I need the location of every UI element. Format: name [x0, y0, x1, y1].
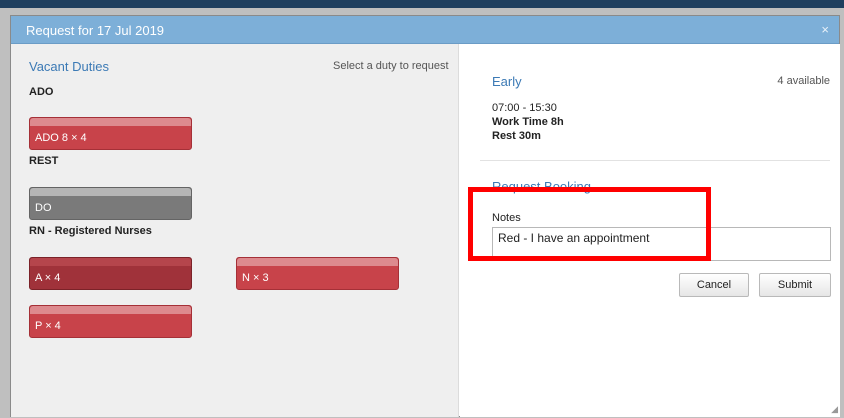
duty-label: DO: [35, 202, 52, 214]
vacant-duties-title: Vacant Duties: [29, 59, 109, 74]
close-icon[interactable]: ×: [821, 22, 829, 37]
notes-field[interactable]: Red - I have an appointment: [492, 227, 831, 261]
duty-label: N × 3: [242, 272, 269, 284]
available-count: 4 available: [777, 75, 830, 87]
resize-grip-icon[interactable]: ◢: [831, 404, 838, 415]
modal-header: Request for 17 Jul 2019 ×: [11, 16, 839, 44]
duty-label: ADO 8 × 4: [35, 132, 87, 144]
group-label-ado: ADO: [29, 86, 54, 98]
request-booking-title: Request Booking: [492, 179, 592, 194]
duty-do[interactable]: DO: [29, 187, 192, 220]
duty-a[interactable]: A × 4: [29, 257, 192, 290]
duty-stripe: [30, 258, 191, 266]
duty-stripe: [237, 258, 398, 266]
duty-p[interactable]: P × 4: [29, 305, 192, 338]
rest-time: Rest 30m: [492, 130, 541, 142]
submit-button[interactable]: Submit: [759, 273, 831, 297]
cancel-button[interactable]: Cancel: [679, 273, 749, 297]
select-duty-hint: Select a duty to request: [333, 60, 449, 72]
duty-label: P × 4: [35, 320, 61, 332]
group-label-rest: REST: [29, 155, 59, 167]
request-modal: Request for 17 Jul 2019 × Vacant Duties …: [10, 15, 840, 417]
notes-label: Notes: [492, 212, 521, 224]
vacant-duties-pane: Vacant Duties Select a duty to request A…: [11, 44, 459, 417]
backdrop: [0, 0, 844, 8]
shift-name: Early: [492, 74, 522, 89]
shift-time: 07:00 - 15:30: [492, 102, 557, 114]
divider: [480, 160, 830, 161]
modal-title: Request for 17 Jul 2019: [26, 23, 165, 38]
duty-label: A × 4: [35, 272, 61, 284]
duty-n[interactable]: N × 3: [236, 257, 399, 290]
duty-stripe: [30, 118, 191, 126]
duty-ado[interactable]: ADO 8 × 4: [29, 117, 192, 150]
duty-stripe: [30, 188, 191, 196]
group-label-rn: RN - Registered Nurses: [29, 225, 152, 237]
work-time: Work Time 8h: [492, 116, 564, 128]
detail-pane: Early 4 available 07:00 - 15:30 Work Tim…: [460, 44, 840, 417]
duty-stripe: [30, 306, 191, 314]
